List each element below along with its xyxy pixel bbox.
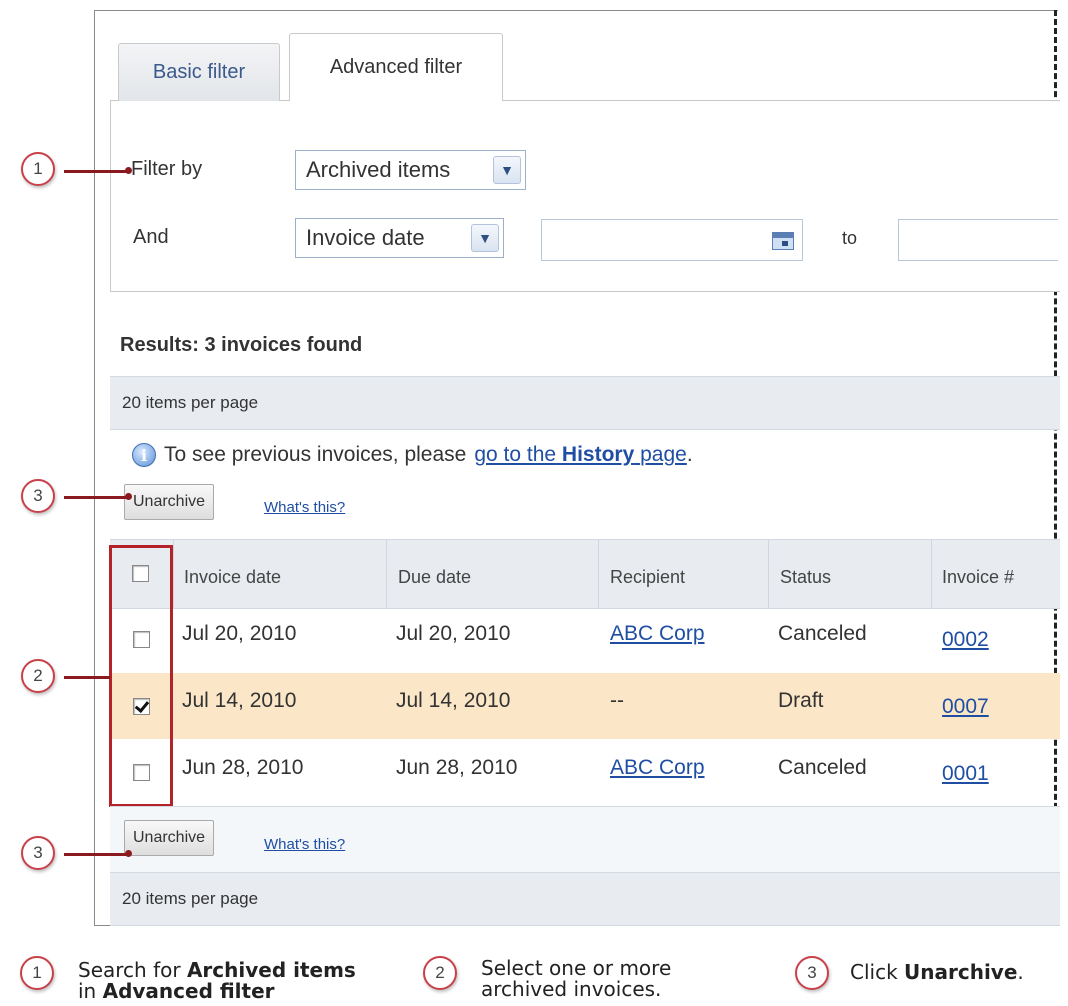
- legend-step-2: Select one or more archived invoices.: [481, 956, 672, 1001]
- column-divider: [173, 539, 174, 609]
- callout-connector-dot: [125, 167, 132, 174]
- column-divider: [386, 539, 387, 609]
- and-field-select[interactable]: Invoice date ▼: [295, 218, 504, 258]
- filter-by-select-value: Archived items: [306, 157, 451, 182]
- unarchive-button-top[interactable]: Unarchive: [124, 484, 215, 520]
- info-message: i To see previous invoices, please go to…: [132, 443, 693, 467]
- legend-step-1: Search for Archived items in Advanced fi…: [78, 958, 356, 1003]
- callout-connector: [64, 676, 110, 679]
- frame-left-border: [94, 10, 95, 926]
- to-label: to: [842, 228, 858, 248]
- invoice-number-link[interactable]: 0001: [942, 762, 989, 786]
- filter-panel: [110, 100, 1060, 292]
- calendar-icon[interactable]: [772, 232, 794, 250]
- filter-by-select[interactable]: Archived items ▼: [295, 150, 526, 190]
- frame-top-border: [94, 10, 1058, 11]
- tab-basic-filter[interactable]: Basic filter: [118, 43, 280, 101]
- recipient-link[interactable]: ABC Corp: [610, 622, 705, 646]
- checkbox-highlight-box: [109, 545, 173, 807]
- date-to-input[interactable]: [898, 219, 1058, 261]
- info-icon: i: [132, 443, 156, 467]
- recipient-cell: --: [610, 689, 624, 712]
- bottom-action-bar: [110, 806, 1060, 872]
- unarchive-button-bottom[interactable]: Unarchive: [124, 820, 215, 856]
- invoice-number-link[interactable]: 0002: [942, 628, 989, 652]
- whats-this-link-bottom[interactable]: What's this?: [264, 836, 345, 853]
- callout-connector-dot: [125, 493, 132, 500]
- recipient-link[interactable]: ABC Corp: [610, 756, 705, 780]
- date-from-input[interactable]: [541, 219, 803, 261]
- column-divider: [768, 539, 769, 609]
- column-divider: [931, 539, 932, 609]
- info-text: To see previous invoices, please: [164, 443, 467, 466]
- legend-callout-1: 1: [20, 956, 54, 990]
- due-date-cell: Jul 14, 2010: [396, 689, 511, 712]
- whats-this-link-top[interactable]: What's this?: [264, 499, 345, 516]
- header-due-date[interactable]: Due date: [398, 567, 471, 588]
- items-per-page-top[interactable]: 20 items per page: [110, 376, 1060, 430]
- due-date-cell: Jun 28, 2010: [396, 756, 518, 779]
- invoice-date-cell: Jun 28, 2010: [182, 756, 304, 779]
- legend-step-3: Click Unarchive.: [850, 960, 1024, 984]
- filter-by-label: Filter by: [131, 158, 203, 180]
- items-per-page-label: 20 items per page: [122, 889, 259, 908]
- header-recipient[interactable]: Recipient: [610, 567, 685, 588]
- invoice-date-cell: Jul 20, 2010: [182, 622, 297, 645]
- callout-connector-dot: [125, 850, 132, 857]
- header-invoice-date[interactable]: Invoice date: [184, 567, 281, 588]
- due-date-cell: Jul 20, 2010: [396, 622, 511, 645]
- status-cell: Canceled: [778, 756, 867, 779]
- callout-3: 3: [21, 479, 55, 513]
- chevron-down-icon[interactable]: ▼: [493, 156, 521, 184]
- items-per-page-bottom[interactable]: 20 items per page: [110, 872, 1060, 926]
- invoice-date-cell: Jul 14, 2010: [182, 689, 297, 712]
- history-link[interactable]: go to the History page: [474, 443, 687, 467]
- callout-2: 2: [21, 659, 55, 693]
- header-status[interactable]: Status: [780, 567, 831, 588]
- callout-connector: [64, 853, 128, 856]
- callout-connector: [64, 496, 128, 499]
- callout-connector: [64, 170, 128, 173]
- tab-advanced-filter[interactable]: Advanced filter: [289, 33, 503, 101]
- legend-callout-3: 3: [795, 956, 829, 990]
- results-title: Results: 3 invoices found: [120, 334, 363, 356]
- and-field-select-value: Invoice date: [306, 225, 425, 250]
- callout-1: 1: [21, 152, 55, 186]
- items-per-page-label: 20 items per page: [122, 393, 259, 412]
- callout-3: 3: [21, 836, 55, 870]
- and-label: And: [133, 226, 169, 248]
- column-divider: [598, 539, 599, 609]
- status-cell: Draft: [778, 689, 824, 712]
- chevron-down-icon[interactable]: ▼: [471, 224, 499, 252]
- invoice-number-link[interactable]: 0007: [942, 695, 989, 719]
- legend-callout-2: 2: [423, 956, 457, 990]
- header-invoice-number[interactable]: Invoice #: [942, 567, 1014, 588]
- status-cell: Canceled: [778, 622, 867, 645]
